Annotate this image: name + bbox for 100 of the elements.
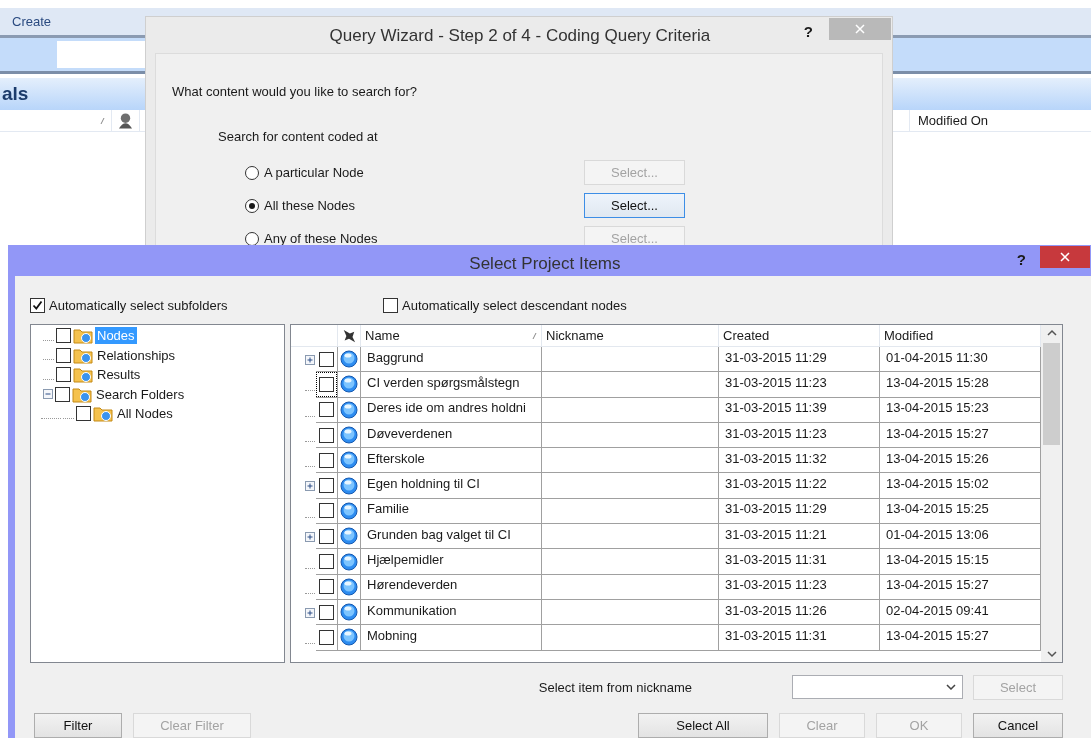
scrollbar[interactable] <box>1041 325 1062 662</box>
collapse-icon[interactable] <box>43 389 53 400</box>
column-header[interactable]: Modified On <box>909 110 1091 131</box>
name-cell: Egen holdning til CI <box>361 473 542 499</box>
dialog-button[interactable]: Filter <box>34 713 122 738</box>
sort-icon <box>100 116 105 125</box>
checkbox[interactable] <box>319 376 334 392</box>
folder-icon <box>73 366 93 384</box>
node-icon <box>340 350 358 369</box>
view-title: als <box>1 83 29 105</box>
checkbox[interactable] <box>319 503 334 519</box>
sort-icon <box>532 331 537 340</box>
checkbox[interactable] <box>319 351 334 367</box>
scroll-thumb[interactable] <box>1043 343 1060 445</box>
radio-label[interactable]: All these Nodes <box>264 198 356 213</box>
ribbon-tab[interactable]: Create <box>0 14 52 29</box>
name-cell: Familie <box>361 498 542 525</box>
help-button[interactable]: ? <box>1016 245 1026 268</box>
radio-button[interactable] <box>245 165 259 180</box>
checkbox[interactable] <box>56 367 71 383</box>
column-header[interactable]: Created <box>723 328 770 343</box>
date-cell: 31-03-2015 11:23 <box>719 422 880 449</box>
tree-item[interactable]: All Nodes <box>115 405 175 423</box>
date-cell: 31-03-2015 11:23 <box>719 372 880 398</box>
date-cell: 31-03-2015 11:26 <box>719 599 880 626</box>
name-cell: Hørendeverden <box>361 574 542 600</box>
checkbox[interactable] <box>55 386 70 402</box>
date-cell: 31-03-2015 11:39 <box>719 397 880 423</box>
dialog-title: Select Project Items <box>468 253 622 274</box>
node-icon <box>340 628 358 647</box>
radio-button[interactable] <box>245 231 259 246</box>
tree-item[interactable]: Search Folders <box>94 385 187 403</box>
node-icon <box>340 527 358 546</box>
close-button[interactable] <box>1040 246 1090 268</box>
expand-icon[interactable] <box>305 607 315 618</box>
select-button[interactable]: Select... <box>584 193 685 218</box>
date-cell: 31-03-2015 11:31 <box>719 549 880 575</box>
date-cell: 31-03-2015 11:22 <box>719 473 880 499</box>
expand-icon[interactable] <box>305 531 315 542</box>
checkbox-label[interactable]: Automatically select subfolders <box>49 297 228 313</box>
name-cell: Kommunikation <box>361 599 542 626</box>
column-header[interactable]: Modified <box>884 328 934 343</box>
checkbox[interactable] <box>319 478 334 494</box>
node-icon <box>340 400 358 419</box>
name-cell: Døveverdenen <box>361 422 542 449</box>
help-button[interactable]: ? <box>803 17 813 40</box>
criteria-label: Search for content coded at <box>218 129 379 144</box>
dialog-button[interactable]: Cancel <box>973 713 1063 738</box>
checkbox[interactable] <box>319 427 334 443</box>
name-cell: Mobning <box>361 625 542 651</box>
node-icon <box>340 552 358 571</box>
checkbox[interactable] <box>319 629 334 645</box>
checkbox[interactable] <box>319 579 334 595</box>
name-cell: Grunden bag valget til CI <box>361 524 542 550</box>
name-cell: Hjælpemidler <box>361 549 542 575</box>
date-cell: 31-03-2015 11:29 <box>719 498 880 525</box>
checkbox[interactable] <box>383 297 398 313</box>
tree-item[interactable]: Results <box>95 366 143 384</box>
folder-icon <box>72 385 92 403</box>
date-cell: 31-03-2015 11:29 <box>719 347 880 373</box>
name-cell: Baggrund <box>361 347 542 373</box>
nickname-label: Select item from nickname <box>538 679 692 695</box>
checkbox-label[interactable]: Automatically select descendant nodes <box>402 297 627 313</box>
tree-item[interactable]: Relationships <box>95 346 178 364</box>
person-icon <box>118 111 133 130</box>
close-icon <box>1060 252 1070 262</box>
name-cell: Efterskole <box>361 448 542 474</box>
checkbox[interactable] <box>56 328 71 344</box>
dialog-button[interactable]: Select All <box>638 713 768 738</box>
node-icon <box>340 476 358 495</box>
radio-button[interactable] <box>245 198 259 213</box>
node-icon <box>340 603 358 622</box>
checkbox[interactable] <box>319 554 334 569</box>
folder-icon <box>93 405 113 423</box>
expand-icon[interactable] <box>305 354 315 365</box>
checkbox[interactable] <box>319 604 334 620</box>
expand-icon[interactable] <box>305 481 315 492</box>
name-cell: Deres ide om andres holdni <box>361 397 542 423</box>
checkbox[interactable] <box>76 406 91 422</box>
checkbox[interactable] <box>319 402 334 418</box>
question-text: What content would you like to search for? <box>172 84 418 99</box>
chevron-down-icon <box>946 684 956 690</box>
checkbox[interactable] <box>319 528 334 544</box>
folder-icon <box>73 346 93 364</box>
name-cell: CI verden spørgsmålstegn <box>361 372 542 398</box>
node-icon <box>340 426 358 445</box>
node-icon <box>340 577 358 596</box>
checkbox[interactable] <box>319 452 334 468</box>
date-cell: 31-03-2015 11:32 <box>719 448 880 474</box>
node-icon <box>340 451 358 470</box>
radio-label[interactable]: A particular Node <box>264 165 364 180</box>
folder-icon <box>73 327 93 345</box>
close-icon <box>855 24 865 34</box>
date-cell: 31-03-2015 11:31 <box>719 625 880 651</box>
node-icon <box>340 501 358 520</box>
column-header[interactable]: Name <box>365 328 400 343</box>
checkbox[interactable] <box>30 297 45 313</box>
date-cell: 31-03-2015 11:21 <box>719 524 880 550</box>
checkbox[interactable] <box>56 347 71 363</box>
column-header[interactable]: Nickname <box>546 328 604 343</box>
